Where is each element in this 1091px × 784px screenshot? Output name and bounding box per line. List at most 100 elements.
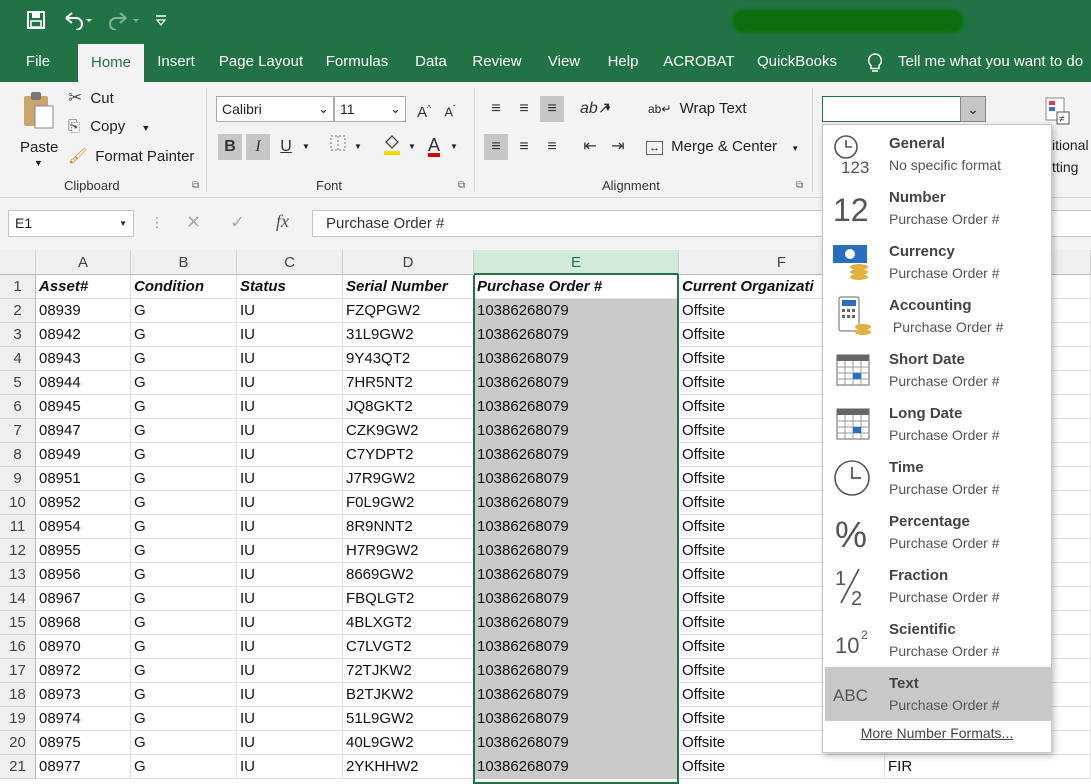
table-cell[interactable]: FZQPGW2 <box>343 299 474 323</box>
format-option-scientific[interactable]: 10 2 Scientific Purchase Order # <box>825 613 1051 667</box>
table-cell[interactable]: 10386268079 <box>474 443 679 467</box>
table-cell[interactable]: 8669GW2 <box>343 563 474 587</box>
format-option-long-date[interactable]: Long Date Purchase Order # <box>825 397 1051 451</box>
row-header[interactable]: 14 <box>0 587 36 611</box>
table-cell[interactable]: 08945 <box>36 395 131 419</box>
table-cell[interactable]: 7HR5NT2 <box>343 371 474 395</box>
table-cell[interactable]: 10386268079 <box>474 659 679 683</box>
tab-formulas[interactable]: Formulas <box>318 42 396 82</box>
table-cell[interactable]: IU <box>237 731 343 755</box>
cancel-icon[interactable]: ✕ <box>186 212 201 233</box>
table-cell[interactable]: G <box>131 539 237 563</box>
table-cell[interactable]: 10386268079 <box>474 491 679 515</box>
table-cell[interactable]: G <box>131 323 237 347</box>
select-all-corner[interactable] <box>0 250 36 275</box>
more-number-formats-link[interactable]: More Number Formats... <box>823 725 1051 741</box>
dialog-launcher-icon[interactable]: ⧉ <box>192 180 199 191</box>
table-cell[interactable]: 10386268079 <box>474 539 679 563</box>
table-cell[interactable]: G <box>131 443 237 467</box>
table-cell[interactable]: 4BLXGT2 <box>343 611 474 635</box>
table-cell[interactable]: IU <box>237 563 343 587</box>
table-cell[interactable]: IU <box>237 683 343 707</box>
borders-icon[interactable] <box>326 134 350 160</box>
row-header[interactable]: 17 <box>0 659 36 683</box>
table-cell[interactable]: G <box>131 587 237 611</box>
table-cell[interactable]: 08974 <box>36 707 131 731</box>
name-box[interactable]: E1 ▼ <box>8 210 134 237</box>
table-cell[interactable]: G <box>131 515 237 539</box>
tab-file[interactable]: File <box>10 42 66 82</box>
table-cell[interactable]: 10386268079 <box>474 323 679 347</box>
table-cell[interactable]: 8R9NNT2 <box>343 515 474 539</box>
align-top-icon[interactable]: ≡ <box>484 96 508 122</box>
table-cell[interactable]: FIR <box>885 755 1091 779</box>
orientation-icon[interactable]: ab↗ <box>580 96 611 122</box>
enter-icon[interactable]: ✓ <box>230 212 245 233</box>
table-cell[interactable]: IU <box>237 467 343 491</box>
cut-button[interactable]: ✂ Cut <box>68 88 114 110</box>
table-cell[interactable]: G <box>131 563 237 587</box>
column-header-e[interactable]: E <box>474 250 679 275</box>
table-cell[interactable]: 08972 <box>36 659 131 683</box>
table-cell[interactable]: IU <box>237 611 343 635</box>
table-cell[interactable]: IU <box>237 491 343 515</box>
table-cell[interactable]: 10386268079 <box>474 515 679 539</box>
format-option-currency[interactable]: Currency Purchase Order # <box>825 235 1051 289</box>
table-cell[interactable]: IU <box>237 755 343 779</box>
table-cell[interactable]: J7R9GW2 <box>343 467 474 491</box>
header-cell[interactable]: Asset# <box>36 275 131 299</box>
table-cell[interactable]: 08939 <box>36 299 131 323</box>
table-cell[interactable]: G <box>131 299 237 323</box>
number-format-input[interactable] <box>822 96 962 122</box>
merge-center-button[interactable]: ↔ Merge & Center ▼ <box>646 138 799 155</box>
increase-font-icon[interactable]: A^ <box>412 96 436 122</box>
table-cell[interactable]: 08973 <box>36 683 131 707</box>
tab-acrobat[interactable]: ACROBAT <box>656 42 742 82</box>
table-cell[interactable]: 08977 <box>36 755 131 779</box>
table-cell[interactable]: IU <box>237 323 343 347</box>
decrease-font-icon[interactable]: Aˇ <box>438 96 462 122</box>
table-cell[interactable]: 10386268079 <box>474 731 679 755</box>
chevron-down-icon[interactable]: ▼ <box>450 142 458 151</box>
row-header[interactable]: 15 <box>0 611 36 635</box>
tab-page-layout[interactable]: Page Layout <box>212 42 310 82</box>
table-cell[interactable]: 2YKHHW2 <box>343 755 474 779</box>
table-cell[interactable]: 08943 <box>36 347 131 371</box>
format-option-time[interactable]: Time Purchase Order # <box>825 451 1051 505</box>
font-color-icon[interactable]: A <box>422 132 446 158</box>
format-option-accounting[interactable]: Accounting Purchase Order # <box>825 289 1051 343</box>
table-cell[interactable]: IU <box>237 443 343 467</box>
table-cell[interactable]: G <box>131 731 237 755</box>
dialog-launcher-icon[interactable]: ⧉ <box>796 180 803 191</box>
table-cell[interactable]: IU <box>237 347 343 371</box>
table-cell[interactable]: 08951 <box>36 467 131 491</box>
tab-insert[interactable]: Insert <box>150 42 202 82</box>
table-cell[interactable]: 10386268079 <box>474 299 679 323</box>
table-cell[interactable]: IU <box>237 635 343 659</box>
save-icon[interactable] <box>26 10 46 35</box>
table-cell[interactable]: 08968 <box>36 611 131 635</box>
table-cell[interactable]: G <box>131 755 237 779</box>
number-format-dropdown-button[interactable]: ⌄ <box>960 96 986 122</box>
column-header-b[interactable]: B <box>131 250 237 275</box>
table-cell[interactable]: IU <box>237 371 343 395</box>
conditional-formatting-label[interactable]: itional tting <box>1052 134 1089 178</box>
row-header[interactable]: 2 <box>0 299 36 323</box>
table-cell[interactable]: 10386268079 <box>474 611 679 635</box>
table-cell[interactable]: 10386268079 <box>474 587 679 611</box>
row-header[interactable]: 7 <box>0 419 36 443</box>
table-cell[interactable]: 10386268079 <box>474 707 679 731</box>
align-right-icon[interactable]: ≡ <box>540 134 564 160</box>
row-header[interactable]: 10 <box>0 491 36 515</box>
tab-home[interactable]: Home <box>78 44 144 82</box>
row-header[interactable]: 11 <box>0 515 36 539</box>
table-cell[interactable]: 08949 <box>36 443 131 467</box>
table-cell[interactable]: G <box>131 395 237 419</box>
undo-icon[interactable] <box>62 10 92 35</box>
table-cell[interactable]: G <box>131 371 237 395</box>
table-cell[interactable]: G <box>131 491 237 515</box>
column-header-d[interactable]: D <box>343 250 474 275</box>
paste-button[interactable]: Paste ▼ <box>14 88 62 168</box>
table-cell[interactable]: G <box>131 347 237 371</box>
column-header-c[interactable]: C <box>237 250 343 275</box>
